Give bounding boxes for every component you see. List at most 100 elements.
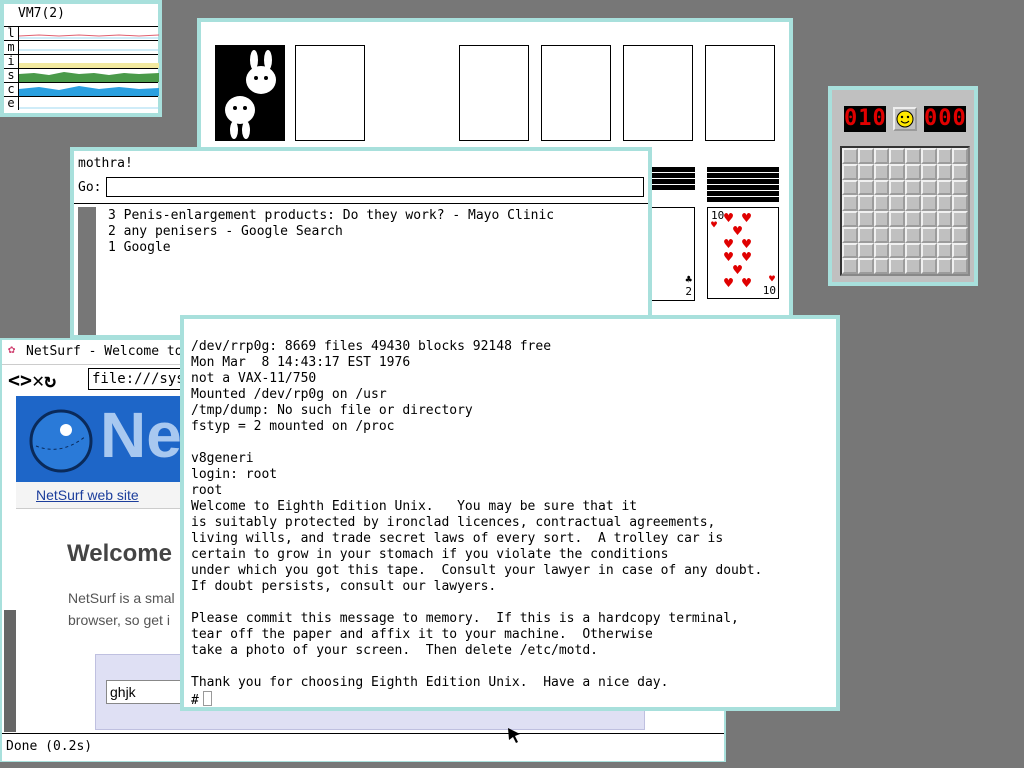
mine-cell[interactable] xyxy=(952,148,968,164)
foundation-2[interactable] xyxy=(541,45,611,141)
mine-cell[interactable] xyxy=(952,163,968,180)
mine-cell[interactable] xyxy=(842,179,858,196)
mine-cell[interactable] xyxy=(857,163,874,180)
go-input[interactable] xyxy=(106,177,644,197)
globe-logo-icon xyxy=(29,409,93,473)
mine-cell[interactable] xyxy=(920,163,937,180)
mine-cell[interactable] xyxy=(873,179,890,196)
console-line: living wills, and trade secret laws of e… xyxy=(191,531,724,546)
mine-cell[interactable] xyxy=(920,211,937,227)
mine-cell[interactable] xyxy=(857,195,874,211)
intro-text: browser, so get i xyxy=(68,612,170,628)
mine-cell[interactable] xyxy=(936,148,953,164)
mine-cell[interactable] xyxy=(889,195,905,211)
mine-cell[interactable] xyxy=(857,242,874,259)
mine-cell[interactable] xyxy=(842,242,858,259)
mine-cell[interactable] xyxy=(889,148,905,164)
mine-cell[interactable] xyxy=(936,226,953,243)
mine-grid[interactable] xyxy=(840,146,970,276)
history-item[interactable]: 3 Penis-enlargement products: Do they wo… xyxy=(108,208,554,224)
minesweeper-window[interactable]: 010 000 xyxy=(828,86,978,286)
mine-cell[interactable] xyxy=(936,163,953,180)
mine-cell[interactable] xyxy=(842,258,858,274)
console-line: take a photo of your screen. Then delete… xyxy=(191,643,598,658)
mine-cell[interactable] xyxy=(857,258,874,274)
mothra-window[interactable]: mothra! Go: 3 Penis-enlargement products… xyxy=(70,147,652,339)
mine-cell[interactable] xyxy=(936,258,953,274)
mine-cell[interactable] xyxy=(842,148,858,164)
mine-cell[interactable] xyxy=(905,163,921,180)
console-window[interactable]: /dev/rrp0g: 8669 files 49430 blocks 9214… xyxy=(180,315,840,711)
mine-cell[interactable] xyxy=(936,211,953,227)
mine-cell[interactable] xyxy=(889,179,905,196)
waste-pile[interactable] xyxy=(295,45,365,141)
stock-pile[interactable] xyxy=(215,45,285,141)
mine-cell[interactable] xyxy=(920,226,937,243)
intro-text: NetSurf is a smal xyxy=(68,590,175,606)
mine-cell[interactable] xyxy=(920,195,937,211)
reload-icon[interactable]: ↻ xyxy=(44,368,56,392)
mine-cell[interactable] xyxy=(905,179,921,196)
mine-cell[interactable] xyxy=(920,179,937,196)
mine-cell[interactable] xyxy=(952,258,968,274)
shell-prompt[interactable]: # xyxy=(191,691,762,708)
mine-cell[interactable] xyxy=(936,179,953,196)
console-line: root xyxy=(191,483,223,498)
mine-cell[interactable] xyxy=(873,226,890,243)
card-10-hearts[interactable]: 10 ♥ ♥ ♥ ♥ ♥ ♥ ♥ ♥ ♥ ♥ ♥ 10 ♥ xyxy=(707,207,779,299)
mine-cell[interactable] xyxy=(936,195,953,211)
mine-cell[interactable] xyxy=(952,195,968,211)
mine-cell[interactable] xyxy=(889,163,905,180)
stop-icon[interactable]: ✕ xyxy=(32,368,44,392)
mouse-pointer-icon xyxy=(508,728,520,743)
mine-cell[interactable] xyxy=(920,242,937,259)
mine-cell[interactable] xyxy=(905,211,921,227)
mine-cell[interactable] xyxy=(952,226,968,243)
mine-cell[interactable] xyxy=(952,242,968,259)
mine-cell[interactable] xyxy=(857,211,874,227)
mine-cell[interactable] xyxy=(873,211,890,227)
scrollbar[interactable] xyxy=(4,610,16,732)
foundation-1[interactable] xyxy=(459,45,529,141)
mine-cell[interactable] xyxy=(905,226,921,243)
mine-cell[interactable] xyxy=(842,211,858,227)
mine-cell[interactable] xyxy=(842,195,858,211)
netsurf-website-link[interactable]: NetSurf web site xyxy=(36,487,139,503)
mine-cell[interactable] xyxy=(873,242,890,259)
mine-cell[interactable] xyxy=(857,179,874,196)
mine-cell[interactable] xyxy=(952,211,968,227)
mine-cell[interactable] xyxy=(889,211,905,227)
mine-cell[interactable] xyxy=(842,163,858,180)
mine-cell[interactable] xyxy=(873,195,890,211)
foundation-3[interactable] xyxy=(623,45,693,141)
mine-cell[interactable] xyxy=(905,195,921,211)
mine-cell[interactable] xyxy=(873,258,890,274)
forward-icon[interactable]: > xyxy=(20,368,32,392)
mine-cell[interactable] xyxy=(857,148,874,164)
smiley-face-icon[interactable] xyxy=(893,107,917,131)
back-icon[interactable]: < xyxy=(8,368,20,392)
mine-cell[interactable] xyxy=(952,179,968,196)
console-line: v8generi xyxy=(191,451,254,466)
mine-cell[interactable] xyxy=(889,258,905,274)
mine-cell[interactable] xyxy=(873,148,890,164)
mine-cell[interactable] xyxy=(936,242,953,259)
mine-cell[interactable] xyxy=(873,163,890,180)
mine-cell[interactable] xyxy=(905,148,921,164)
history-item[interactable]: 2 any penisers - Google Search xyxy=(108,224,554,240)
tableau-column-hearts[interactable]: 10 ♥ ♥ ♥ ♥ ♥ ♥ ♥ ♥ ♥ ♥ ♥ 10 ♥ xyxy=(707,167,779,307)
vmstat-window[interactable]: VM7(2) l m i s c e xyxy=(0,0,162,117)
foundation-4[interactable] xyxy=(705,45,775,141)
text-cursor-icon xyxy=(202,691,212,706)
mine-cell[interactable] xyxy=(889,242,905,259)
mine-cell[interactable] xyxy=(920,148,937,164)
mine-cell[interactable] xyxy=(920,258,937,274)
scrollbar[interactable] xyxy=(78,207,96,335)
mine-cell[interactable] xyxy=(842,226,858,243)
mine-cell[interactable] xyxy=(905,242,921,259)
mine-cell[interactable] xyxy=(889,226,905,243)
mine-cell[interactable] xyxy=(905,258,921,274)
history-item[interactable]: 1 Google xyxy=(108,240,554,256)
mine-cell[interactable] xyxy=(857,226,874,243)
